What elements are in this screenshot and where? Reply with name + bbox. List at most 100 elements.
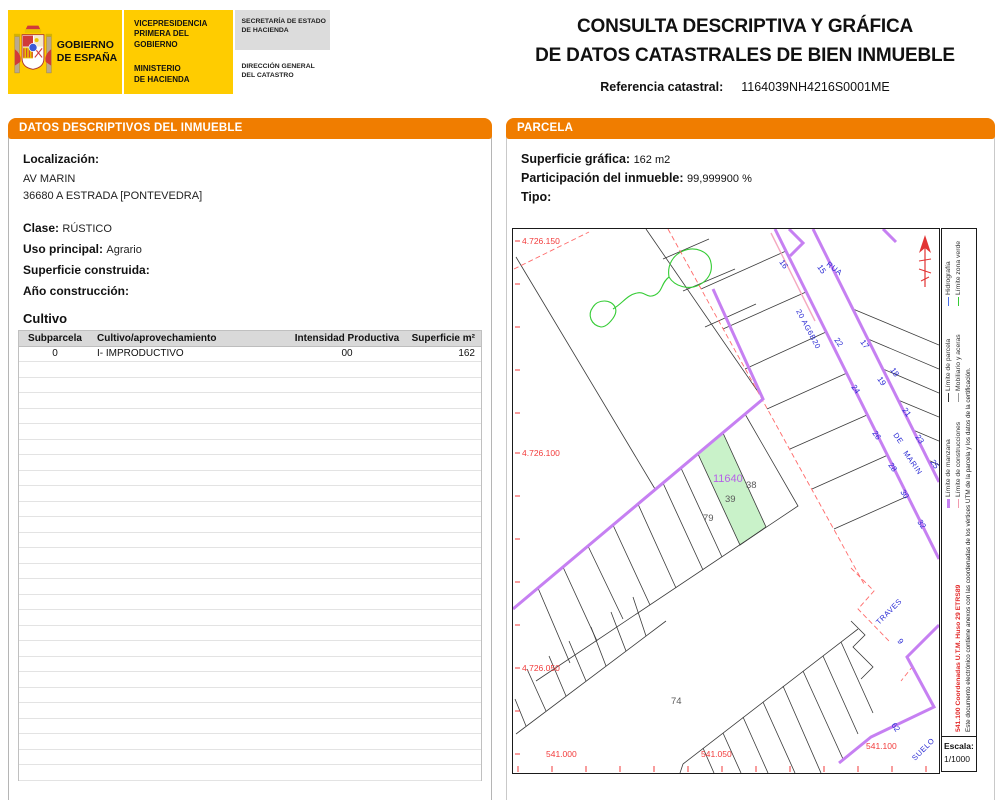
legend-rotated-content: Límite de manzanaLímite de parcelaHidrog… <box>942 229 976 736</box>
datos-descriptivos-body: Localización: AV MARIN 36680 A ESTRADA [… <box>9 139 491 781</box>
table-row <box>19 595 481 611</box>
cadastral-map-svg: 4.726.150 4.726.100 4.726.050 541.000 541.05… <box>513 229 939 773</box>
cultivo-table-header-row: SubparcelaCultivo/aprovechamientoIntensi… <box>19 331 481 347</box>
escala-label: Escala: <box>944 741 974 751</box>
gobierno-logo: GOBIERNO DE ESPAÑA VICEPRESIDENCIA PRIME… <box>8 10 330 94</box>
referencia-label: Referencia catastral: <box>600 80 723 94</box>
direccion-catastro-label: DIRECCIÓN GENERAL DEL CATASTRO <box>235 53 331 95</box>
legend-item: Límite zona verde <box>955 228 962 306</box>
legend-line-icon <box>948 297 949 306</box>
map-coordinate-label: 4.726.100 <box>522 448 560 458</box>
clase-label: Clase: <box>23 221 59 235</box>
logo-escudo-cell: GOBIERNO DE ESPAÑA <box>8 10 122 94</box>
table-row <box>19 610 481 626</box>
table-row <box>19 579 481 595</box>
superficie-grafica-value: 162 m2 <box>634 154 671 166</box>
map-coordinate-label: 4.726.050 <box>522 663 560 673</box>
referencia-catastral-row: Referencia catastral: 1164039NH4216S0001… <box>498 80 992 94</box>
localizacion-label: Localización: <box>23 152 99 166</box>
referencia-value: 1164039NH4216S0001ME <box>741 80 890 94</box>
map-labels: 4.726.150 4.726.100 4.726.050 541.000 541.05… <box>522 236 939 762</box>
cultivo-title: Cultivo <box>23 311 481 326</box>
page-title-line2: DE DATOS CATASTRALES DE BIEN INMUEBLE <box>498 41 992 70</box>
logo-direccion-cell: SECRETARÍA DE ESTADO DE HACIENDA DIRECCI… <box>235 10 331 94</box>
map-coordinate-label: 541.050 <box>701 749 732 759</box>
north-arrow-icon <box>919 235 931 287</box>
legend-item: Límite de parcela <box>945 306 952 402</box>
cadastral-map: 4.726.150 4.726.100 4.726.050 541.000 541.05… <box>512 228 940 774</box>
table-row <box>19 641 481 657</box>
legend-line-icon <box>948 393 949 402</box>
utm-coordinates-label: 541.100 Coordenadas U.T.M. Huso 29 ETRS8… <box>955 508 962 732</box>
map-coordinate-label: 541.000 <box>546 749 577 759</box>
street-name-label: MARIN <box>901 449 924 476</box>
street-number-label: 18 <box>888 366 901 379</box>
secretaria-label: SECRETARÍA DE ESTADO DE HACIENDA <box>235 10 331 50</box>
table-row <box>19 672 481 688</box>
table-row <box>19 393 481 409</box>
superficie-construida-label: Superficie construida: <box>23 263 150 277</box>
parcela-header: PARCELA <box>506 118 995 139</box>
table-row <box>19 440 481 456</box>
uso-label: Uso principal: <box>23 242 103 256</box>
legend-item: Hidrografía <box>945 228 952 306</box>
table-row <box>19 734 481 750</box>
legend-line-icon <box>958 499 959 508</box>
participacion-value: 99,999900 % <box>687 173 752 185</box>
table-row <box>19 409 481 425</box>
table-row <box>19 719 481 735</box>
table-row <box>19 626 481 642</box>
table-row <box>19 657 481 673</box>
superficie-grafica-label: Superficie gráfica: <box>521 152 630 166</box>
localizacion-line1: AV MARIN <box>23 173 481 185</box>
street-number-label: 32 <box>915 518 928 531</box>
legend-line-icon <box>947 499 950 508</box>
legend-line-icon <box>958 393 959 402</box>
table-row <box>19 424 481 440</box>
parcel-number-label: 39 <box>725 494 736 505</box>
document-note-label: Este documento electrónico contiene anex… <box>965 228 972 732</box>
parcel-number-label: 74 <box>671 696 682 707</box>
table-row <box>19 703 481 719</box>
street-name-label: TRAVES <box>874 597 904 627</box>
table-row <box>19 502 481 518</box>
table-row <box>19 533 481 549</box>
logo-ministerio-cell: VICEPRESIDENCIA PRIMERA DEL GOBIERNO MIN… <box>124 10 232 94</box>
escala-value: 1/1000 <box>944 754 970 764</box>
table-row <box>19 471 481 487</box>
vicepresidencia-label: VICEPRESIDENCIA PRIMERA DEL GOBIERNO <box>134 19 230 50</box>
cultivo-table: SubparcelaCultivo/aprovechamientoIntensi… <box>18 330 482 781</box>
legend-item: Mobiliario y aceras <box>955 306 962 402</box>
uso-value: Agrario <box>106 244 141 256</box>
page-title-line1: CONSULTA DESCRIPTIVA Y GRÁFICA <box>498 12 992 41</box>
street-number-label: 9 <box>895 637 905 646</box>
table-row: 0I- IMPRODUCTIVO00162 <box>19 347 481 363</box>
coordinate-ticks <box>515 241 926 772</box>
clase-value: RÚSTICO <box>62 223 112 235</box>
street-name-label: SUELO <box>910 736 936 762</box>
parcel-number-label: 38 <box>746 480 757 491</box>
street-number-label: 25 <box>928 458 939 471</box>
tipo-label: Tipo: <box>521 190 551 204</box>
table-row <box>19 362 481 378</box>
map-legend-sidebar: Límite de manzanaLímite de parcelaHidrog… <box>941 228 977 737</box>
table-row <box>19 688 481 704</box>
cadastral-ref-label: 11640 <box>713 473 743 485</box>
localizacion-line2: 36680 A ESTRADA [PONTEVEDRA] <box>23 190 481 202</box>
anio-construccion-label: Año construcción: <box>23 284 129 298</box>
zona-verde-outline <box>590 249 711 327</box>
legend-line-icon <box>958 297 959 306</box>
street-name-label: DE <box>891 431 905 446</box>
construcciones-line <box>771 233 815 321</box>
table-row <box>19 378 481 394</box>
table-row <box>19 455 481 471</box>
table-row <box>19 517 481 533</box>
datos-descriptivos-panel: DATOS DESCRIPTIVOS DEL INMUEBLE Localiza… <box>8 118 492 800</box>
legend-item: Límite de manzana <box>945 402 952 508</box>
map-coordinate-label: 541.100 <box>866 741 897 751</box>
map-coordinate-label: 4.726.150 <box>522 236 560 246</box>
ministerio-label: MINISTERIO DE HACIENDA <box>134 64 230 85</box>
datos-descriptivos-header: DATOS DESCRIPTIVOS DEL INMUEBLE <box>8 118 492 139</box>
gobierno-de-espana-label: GOBIERNO DE ESPAÑA <box>57 39 117 65</box>
spain-coat-of-arms-icon <box>13 21 53 83</box>
